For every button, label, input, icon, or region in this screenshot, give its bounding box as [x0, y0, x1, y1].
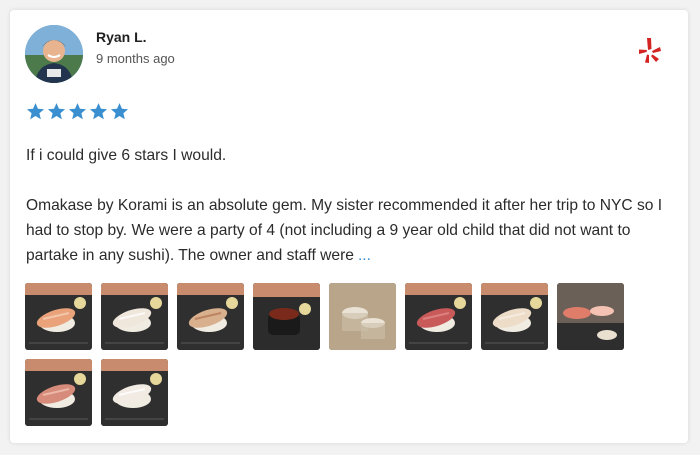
sushi-photo-image	[329, 283, 396, 350]
sushi-photo-image	[557, 283, 624, 350]
review-paragraph: Omakase by Korami is an absolute gem. My…	[26, 193, 676, 268]
photo-thumbnail[interactable]	[405, 283, 472, 350]
sushi-photo-image	[405, 283, 472, 350]
photo-thumbnail[interactable]	[25, 359, 92, 426]
sushi-photo-image	[101, 359, 168, 426]
star-icon	[47, 103, 66, 120]
photo-thumbnail[interactable]	[253, 283, 320, 350]
sushi-photo-image	[25, 283, 92, 350]
reviewer-name[interactable]: Ryan L.	[96, 29, 147, 45]
star-icon	[89, 103, 108, 120]
photo-thumbnail[interactable]	[329, 283, 396, 350]
review-paragraph: If i could give 6 stars I would.	[26, 147, 227, 164]
star-rating	[26, 102, 129, 121]
photo-thumbnail[interactable]	[25, 283, 92, 350]
review-paragraph-text: Omakase by Korami is an absolute gem. My…	[26, 197, 663, 264]
review-time: 9 months ago	[96, 51, 175, 66]
photo-thumbnail[interactable]	[557, 283, 624, 350]
star-icon	[68, 103, 87, 120]
sushi-photo-image	[101, 283, 168, 350]
photo-gallery	[25, 283, 685, 426]
read-more-link[interactable]: ...	[358, 247, 371, 264]
photo-thumbnail[interactable]	[101, 359, 168, 426]
yelp-icon[interactable]	[638, 36, 662, 64]
sushi-photo-image	[481, 283, 548, 350]
review-text: If i could give 6 stars I would. Omakase…	[26, 143, 676, 268]
photo-thumbnail[interactable]	[481, 283, 548, 350]
star-icon	[26, 103, 45, 120]
photo-thumbnail[interactable]	[177, 283, 244, 350]
sushi-photo-image	[253, 283, 320, 350]
review-card: Ryan L. 9 months ago If i could give 6 s…	[10, 10, 688, 443]
avatar[interactable]	[25, 25, 83, 83]
star-icon	[110, 103, 129, 120]
sushi-photo-image	[177, 283, 244, 350]
photo-thumbnail[interactable]	[101, 283, 168, 350]
sushi-photo-image	[25, 359, 92, 426]
